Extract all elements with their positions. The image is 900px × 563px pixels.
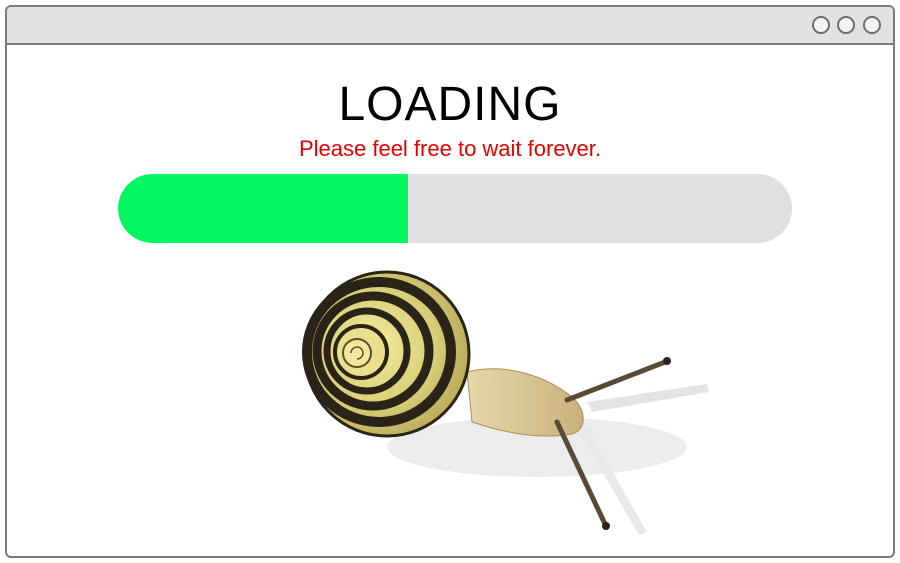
window-control-1-icon[interactable] (812, 16, 830, 34)
window-control-2-icon[interactable] (837, 16, 855, 34)
progress-bar-fill (118, 174, 408, 243)
page-title: LOADING (338, 78, 562, 131)
loading-subtitle: Please feel free to wait forever. (298, 136, 602, 161)
window-control-3-icon[interactable] (863, 16, 881, 34)
progress-bar (118, 174, 792, 243)
browser-window: LOADING Please feel free to wait forever… (5, 5, 895, 558)
snail-image (302, 270, 709, 535)
window-titlebar (7, 7, 893, 45)
